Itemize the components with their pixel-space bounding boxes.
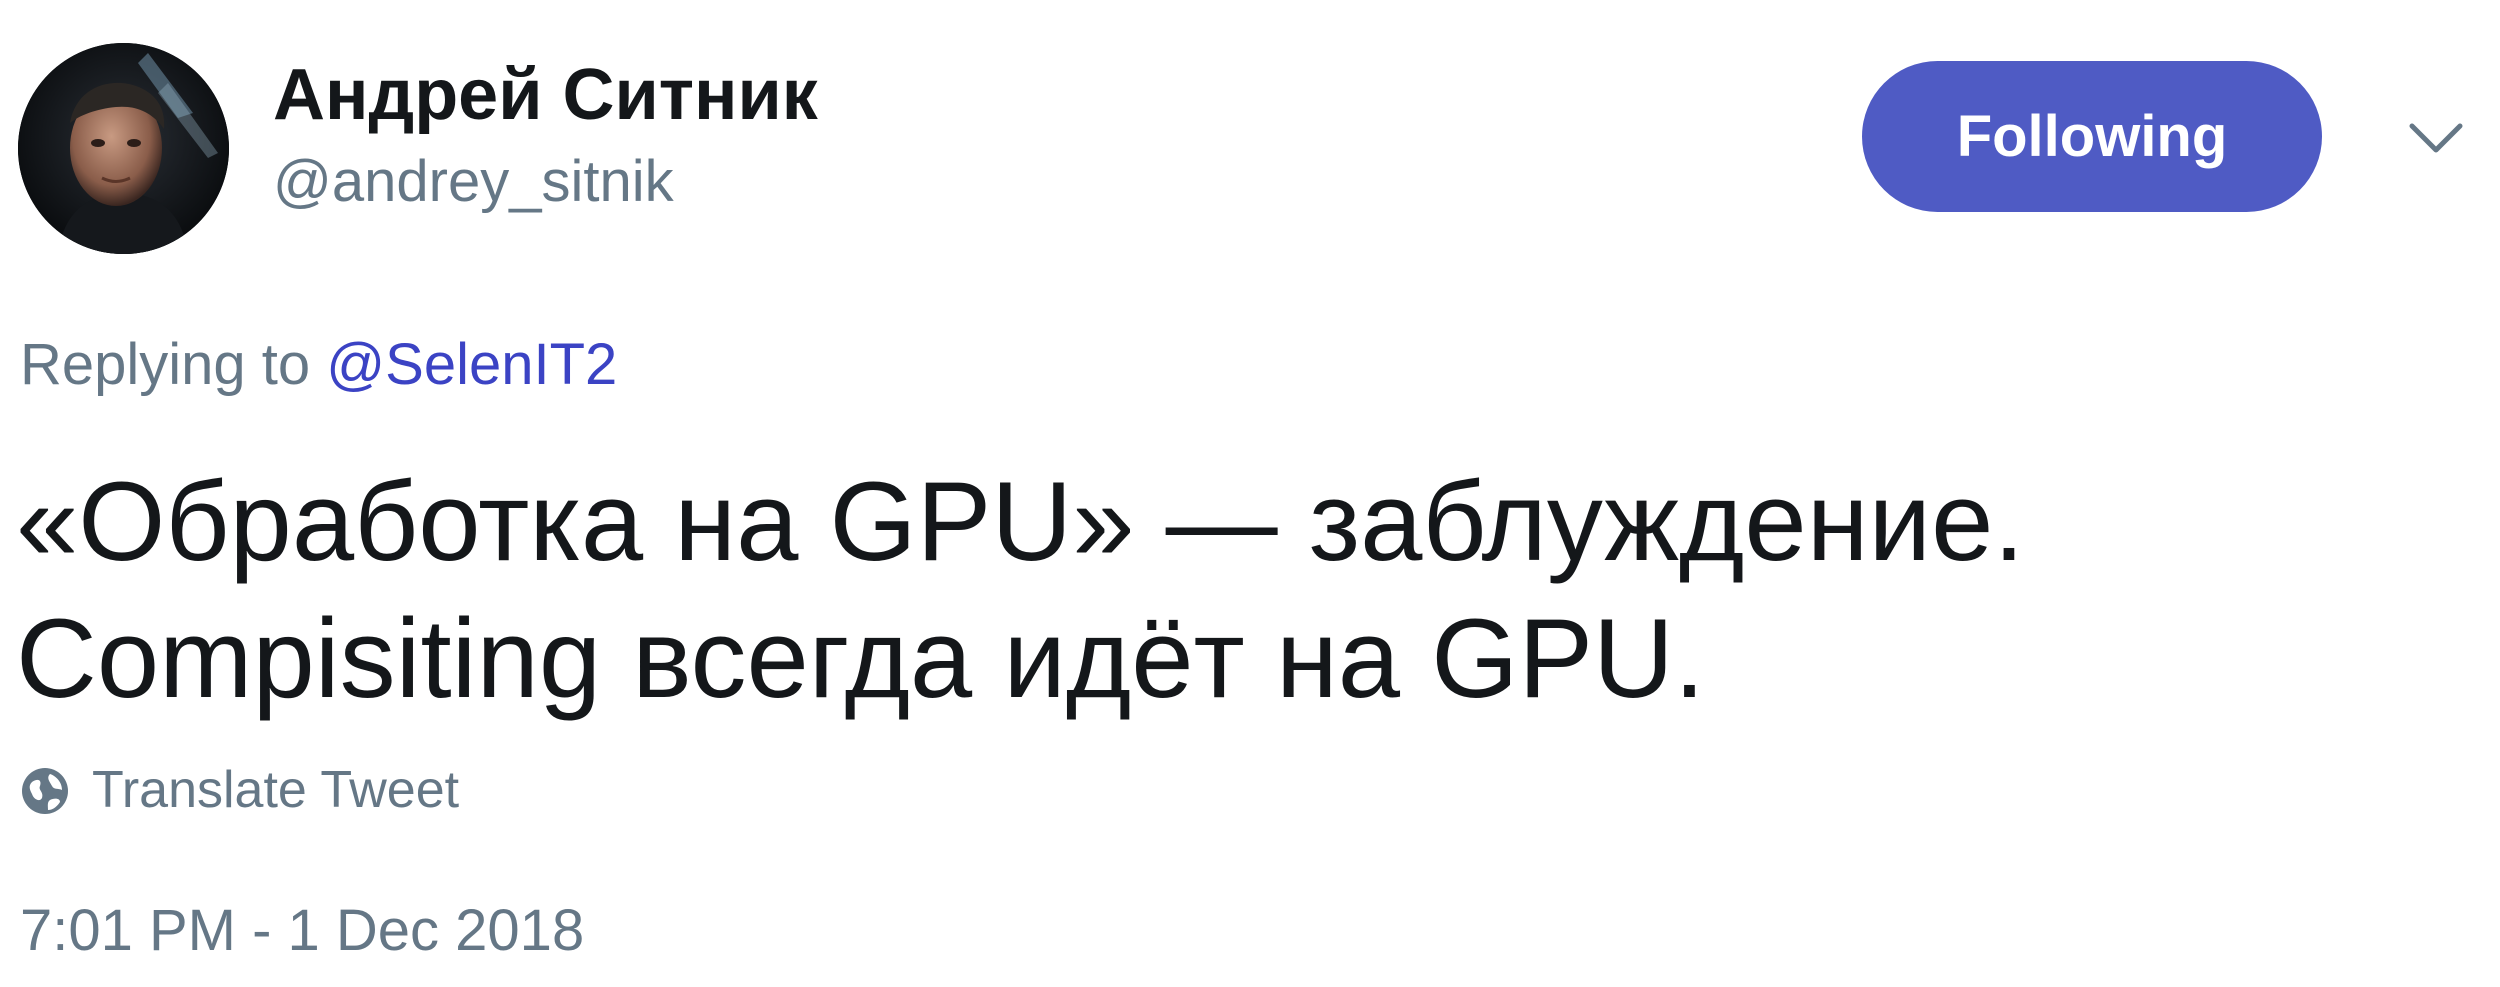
reply-mention-link[interactable]: @SelenIT2	[326, 332, 617, 397]
tweet-text: «Обработка на GPU» — заблуждение. Compis…	[16, 459, 2025, 721]
author-avatar[interactable]	[18, 43, 229, 254]
author-display-name[interactable]: Андрей Ситник	[273, 55, 818, 135]
replying-to: Replying to @SelenIT2	[20, 333, 617, 397]
translate-tweet-label: Translate Tweet	[92, 761, 460, 819]
tweet-timestamp[interactable]: 7:01 PM - 1 Dec 2018	[20, 899, 584, 963]
author-handle[interactable]: @andrey_sitnik	[273, 150, 674, 214]
avatar-photo	[18, 43, 229, 254]
chevron-down-icon[interactable]	[2408, 120, 2464, 156]
translate-tweet-button[interactable]: Translate Tweet	[20, 761, 460, 819]
following-button[interactable]: Following	[1862, 61, 2322, 212]
globe-icon	[20, 766, 70, 816]
replying-to-label: Replying to	[20, 332, 311, 397]
